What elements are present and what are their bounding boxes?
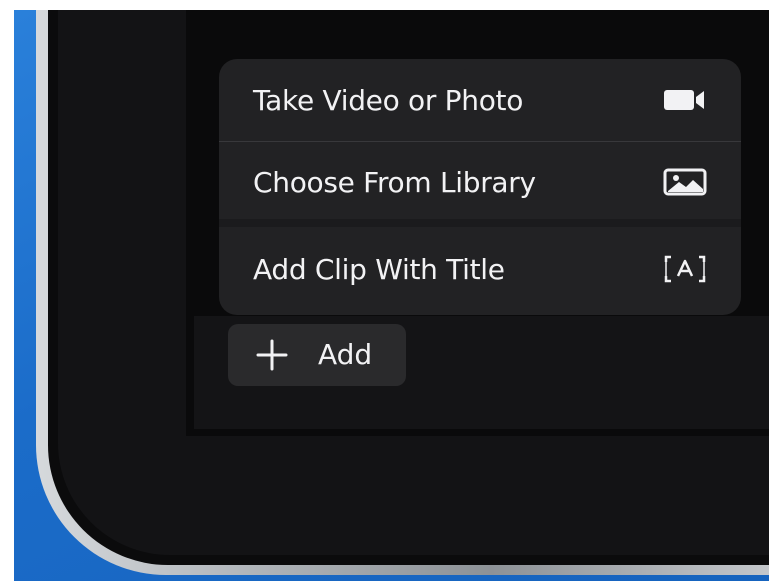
menu-item-choose-from-library[interactable]: Choose From Library bbox=[219, 142, 741, 222]
menu-item-take-video-or-photo[interactable]: Take Video or Photo bbox=[219, 59, 741, 141]
add-button-label: Add bbox=[318, 338, 373, 371]
menu-item-label: Take Video or Photo bbox=[253, 83, 524, 117]
title-card-icon bbox=[663, 254, 707, 284]
add-button[interactable]: Add bbox=[228, 324, 406, 386]
add-media-menu: Take Video or Photo Choose From Library bbox=[219, 59, 741, 315]
screenshot: Take Video or Photo Choose From Library bbox=[0, 0, 769, 581]
video-camera-icon bbox=[663, 87, 707, 113]
plus-icon bbox=[256, 339, 288, 371]
menu-item-label: Choose From Library bbox=[253, 165, 536, 199]
menu-item-add-clip-with-title[interactable]: Add Clip With Title bbox=[219, 223, 741, 315]
menu-item-label: Add Clip With Title bbox=[253, 252, 505, 286]
photo-library-icon bbox=[663, 167, 707, 197]
